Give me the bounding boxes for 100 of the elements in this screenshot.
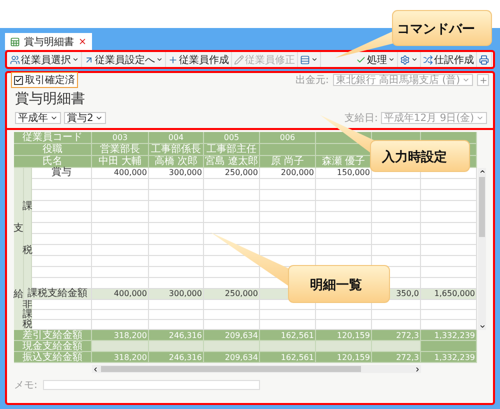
scroll-down-icon[interactable] bbox=[478, 323, 486, 330]
table-cell bbox=[260, 212, 316, 223]
table-cell bbox=[204, 267, 260, 278]
plus-icon bbox=[478, 76, 488, 84]
close-icon[interactable] bbox=[78, 37, 87, 46]
printer-button[interactable] bbox=[477, 52, 492, 67]
header-cell: 営業部長 bbox=[92, 144, 149, 156]
table-cell bbox=[92, 234, 149, 245]
input-cell[interactable] bbox=[204, 341, 260, 352]
caret-icon bbox=[311, 56, 318, 63]
group-label: 課税 bbox=[22, 200, 32, 258]
table-cell bbox=[149, 267, 204, 278]
payer-label: 出金元: bbox=[295, 74, 329, 87]
table-cell bbox=[316, 179, 372, 190]
caret-icon bbox=[411, 56, 418, 63]
input-cell[interactable] bbox=[316, 341, 372, 352]
amount-cell: 272,3 bbox=[372, 352, 421, 363]
row-header: 役職 bbox=[14, 144, 92, 156]
caret-icon bbox=[462, 76, 470, 84]
vertical-scrollbar[interactable] bbox=[478, 168, 486, 330]
table-cell bbox=[372, 320, 421, 330]
table-cell bbox=[260, 190, 316, 201]
table-cell bbox=[149, 212, 204, 223]
settings-button[interactable] bbox=[398, 52, 421, 67]
toolbar-button[interactable]: 従業員設定へ bbox=[82, 52, 166, 67]
amount-cell: 209,634 bbox=[204, 352, 260, 363]
plus-icon bbox=[168, 54, 178, 64]
input-cell[interactable] bbox=[372, 341, 421, 352]
total-cell: 1,650,000 bbox=[421, 289, 477, 300]
input-cell[interactable] bbox=[260, 341, 316, 352]
header-cell: 004 bbox=[149, 132, 204, 144]
table-cell bbox=[92, 179, 149, 190]
table-cell bbox=[372, 190, 421, 201]
amount-cell: 120,159 bbox=[316, 330, 372, 341]
amount-cell: 1,332,239 bbox=[421, 352, 477, 363]
scroll-up-icon[interactable] bbox=[478, 168, 486, 175]
list-button[interactable] bbox=[298, 52, 321, 67]
people-icon bbox=[10, 54, 20, 64]
amount-cell: 209,634 bbox=[204, 330, 260, 341]
table-cell bbox=[421, 300, 477, 310]
table-cell bbox=[149, 245, 204, 256]
table-cell bbox=[421, 223, 477, 234]
table-cell bbox=[92, 320, 149, 330]
settings-icon bbox=[400, 54, 410, 64]
table-cell bbox=[260, 223, 316, 234]
caret-icon bbox=[72, 56, 79, 63]
table-cell bbox=[316, 190, 372, 201]
table-cell bbox=[204, 234, 260, 245]
input-cell[interactable] bbox=[92, 341, 149, 352]
table-cell bbox=[149, 256, 204, 267]
period-dropdown[interactable]: 平成年 bbox=[15, 112, 61, 124]
document-tab[interactable]: 賞与明細書 bbox=[5, 33, 92, 50]
pay-date-label: 支給日: bbox=[344, 112, 378, 125]
header-cell: 003 bbox=[92, 132, 149, 144]
table-cell bbox=[260, 179, 316, 190]
toolbar-button[interactable]: 従業員作成 bbox=[166, 52, 232, 67]
table-cell bbox=[92, 212, 149, 223]
period-dropdown[interactable]: 賞与2 bbox=[64, 112, 106, 124]
memo-field[interactable] bbox=[43, 380, 260, 390]
table-cell bbox=[316, 212, 372, 223]
amount-cell: 318,200 bbox=[92, 352, 149, 363]
table-cell bbox=[204, 300, 260, 310]
toolbar-button[interactable]: 仕訳作成 bbox=[421, 52, 477, 67]
toolbar-button[interactable]: 従業員選択 bbox=[8, 52, 82, 67]
table-cell bbox=[372, 310, 421, 320]
pencil-icon bbox=[234, 54, 244, 64]
table-cell bbox=[149, 234, 204, 245]
checkbox-label: 取引確定済 bbox=[25, 74, 75, 87]
header-cell: 森瀬 優子 bbox=[316, 156, 372, 168]
table-cell bbox=[92, 300, 149, 310]
row-label: 賞与 bbox=[32, 168, 92, 179]
amount-cell: 400,000 bbox=[92, 168, 149, 179]
shuffle-icon bbox=[423, 54, 433, 64]
scroll-right-icon[interactable] bbox=[414, 366, 421, 372]
header-cell: 高橋 次郎 bbox=[149, 156, 204, 168]
row-label: 現金支給金額 bbox=[14, 341, 92, 352]
input-cell[interactable] bbox=[421, 341, 477, 352]
caret-icon bbox=[95, 114, 104, 122]
memo-label: メモ: bbox=[14, 379, 38, 392]
table-cell bbox=[421, 320, 477, 330]
input-cell[interactable] bbox=[149, 341, 204, 352]
table-cell bbox=[92, 245, 149, 256]
scroll-left-icon[interactable] bbox=[92, 366, 99, 372]
callout-text: 明細一覧 bbox=[310, 277, 362, 294]
table-cell bbox=[92, 267, 149, 278]
amount-cell: 246,316 bbox=[149, 352, 204, 363]
section-label: 支 bbox=[14, 222, 24, 236]
list-icon bbox=[300, 54, 310, 64]
table-cell bbox=[204, 278, 260, 289]
header-cell: 原 尚子 bbox=[260, 156, 316, 168]
table-cell bbox=[149, 320, 204, 330]
add-button[interactable] bbox=[477, 74, 489, 86]
table-cell bbox=[149, 300, 204, 310]
printer-icon bbox=[479, 54, 489, 64]
amount-cell: 250,000 bbox=[204, 168, 260, 179]
checkbox[interactable] bbox=[14, 76, 23, 84]
table-cell bbox=[372, 212, 421, 223]
table-cell bbox=[149, 179, 204, 190]
table-cell bbox=[260, 320, 316, 330]
horizontal-scrollbar[interactable] bbox=[92, 365, 421, 373]
